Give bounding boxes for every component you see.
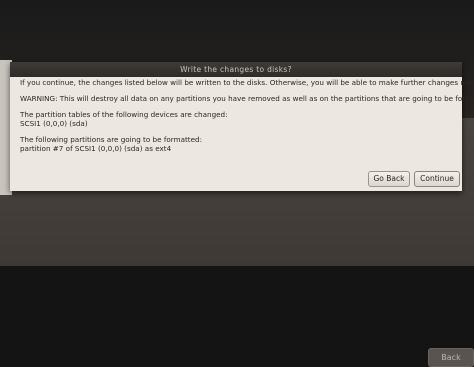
intro-text: If you continue, the changes listed belo… [20, 78, 474, 87]
partition-tables-heading: The partition tables of the following de… [20, 110, 228, 119]
confirm-write-dialog: Write the changes to disks? If you conti… [10, 62, 474, 191]
go-back-button[interactable]: Go Back [368, 171, 410, 187]
continue-button[interactable]: Continue [414, 171, 460, 187]
format-item: partition #7 of SCSI1 (0,0,0) (sda) as e… [20, 144, 172, 153]
screen: Back Write the changes to disks? If you … [0, 0, 474, 367]
background-back-button[interactable]: Back [428, 348, 474, 367]
dialog-title: Write the changes to disks? [10, 62, 462, 77]
partition-tables-device: SCSI1 (0,0,0) (sda) [20, 119, 88, 128]
dialog-body: If you continue, the changes listed belo… [20, 78, 474, 153]
format-heading: The following partitions are going to be… [20, 135, 203, 144]
warning-text: WARNING: This will destroy all data on a… [20, 94, 474, 103]
